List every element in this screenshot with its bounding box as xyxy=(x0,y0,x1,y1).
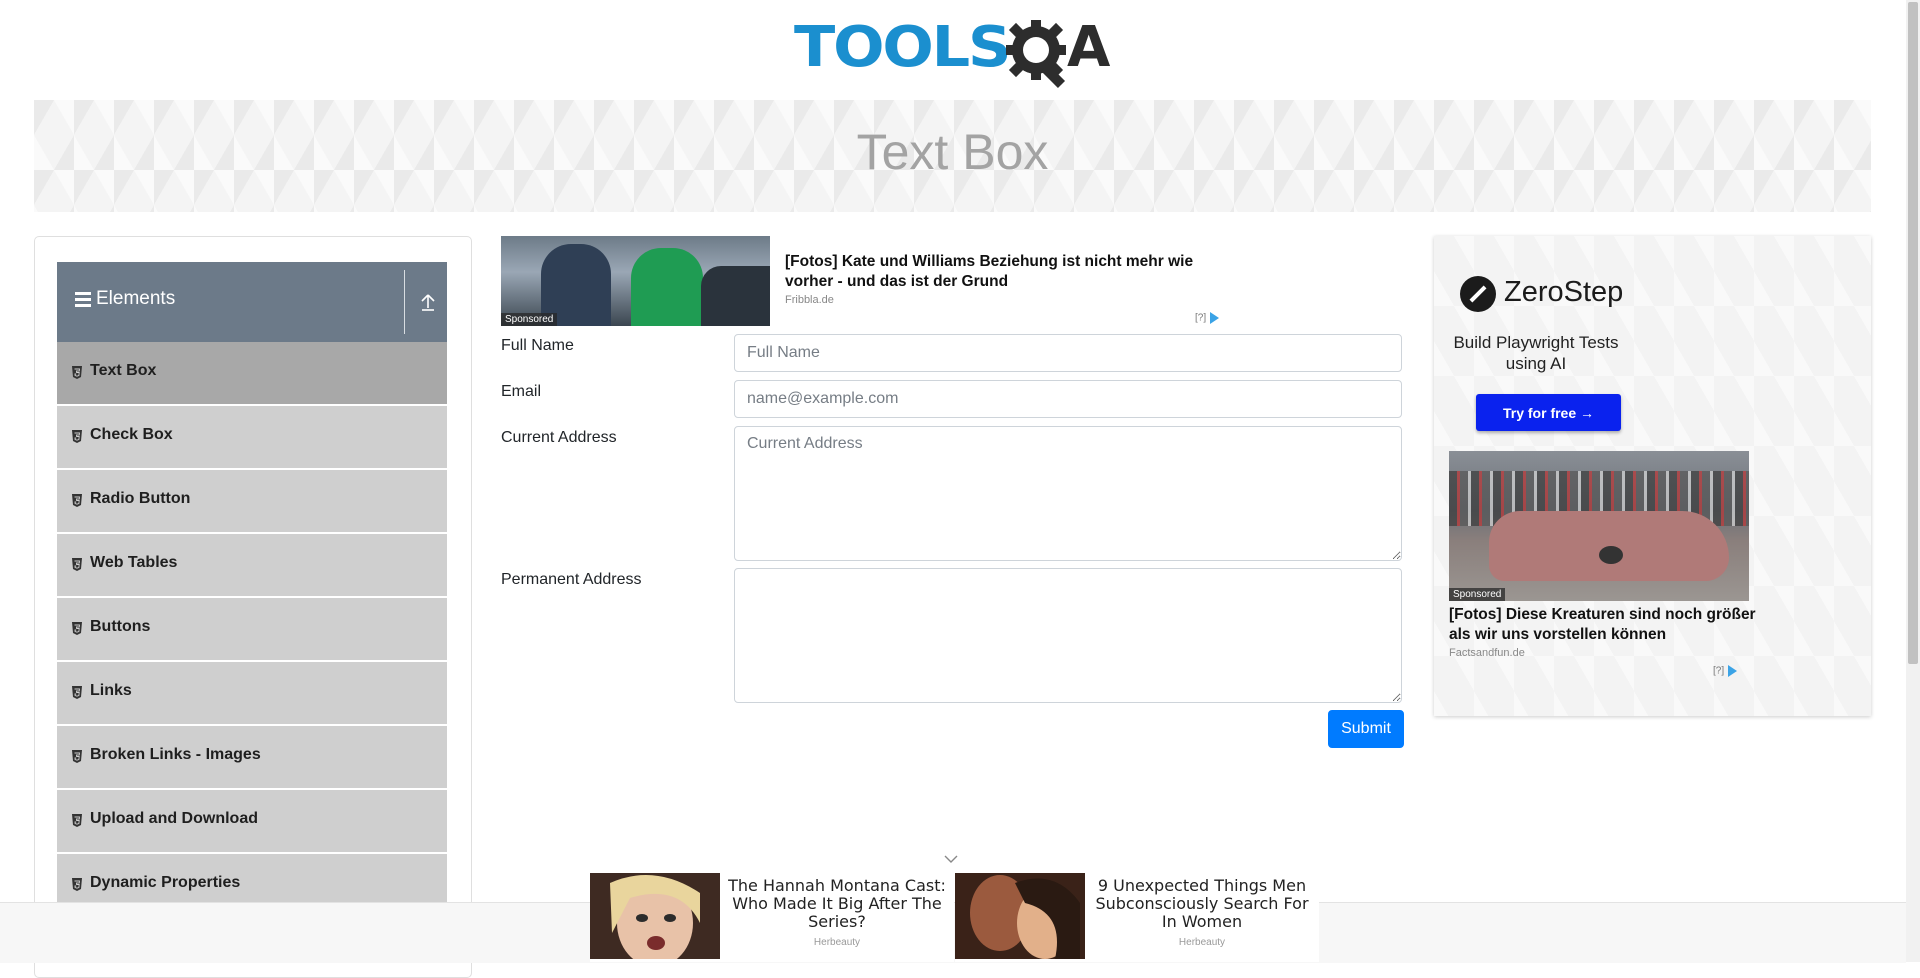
html5-icon xyxy=(72,878,82,891)
current-address-textarea[interactable] xyxy=(734,426,1402,561)
zerostep-logo-icon xyxy=(1460,276,1496,312)
html5-icon xyxy=(72,558,82,571)
sidebar-item-label: Radio Button xyxy=(90,490,191,507)
sidebar-item-broken-links-images[interactable]: Broken Links - Images xyxy=(57,726,447,790)
email-label: Email xyxy=(501,383,542,400)
scrollbar-thumb[interactable] xyxy=(1908,2,1918,664)
toolsqa-logo[interactable]: TOOLS A xyxy=(792,14,1114,90)
sidebar-item-radio-button[interactable]: Radio Button xyxy=(57,470,447,534)
current-address-label: Current Address xyxy=(501,429,617,446)
html5-icon xyxy=(72,366,82,379)
html5-icon xyxy=(72,814,82,827)
html5-icon xyxy=(72,750,82,763)
top-sponsored-ad[interactable]: Sponsored [Fotos] Kate und Williams Bezi… xyxy=(501,236,1231,326)
page-title: Text Box xyxy=(856,124,1049,180)
ad-title[interactable]: [Fotos] Kate und Williams Beziehung ist … xyxy=(785,252,1225,292)
sidebar-item-label: Buttons xyxy=(90,618,151,635)
ad-choices[interactable]: [?] xyxy=(1195,312,1220,324)
header-divider xyxy=(404,270,405,334)
sponsored-tag: Sponsored xyxy=(1449,588,1506,601)
html5-icon xyxy=(72,622,82,635)
sidebar-item-label: Upload and Download xyxy=(90,810,258,827)
page-banner: Text Box xyxy=(34,100,1871,212)
sidebar-item-upload-and-download[interactable]: Upload and Download xyxy=(57,790,447,854)
sidebar-item-label: Check Box xyxy=(90,426,173,443)
logo-text-tools: TOOLS xyxy=(794,15,1012,80)
ad-source: Fribbla.de xyxy=(785,294,834,306)
sidebar-item-label: Dynamic Properties xyxy=(90,874,241,891)
zerostep-subtitle: Build Playwright Tests using AI xyxy=(1453,333,1619,373)
sidebar-item-links[interactable]: Links xyxy=(57,662,447,726)
ad-source: Herbeauty xyxy=(1178,937,1226,948)
group-title: Elements xyxy=(96,288,176,309)
full-name-input[interactable] xyxy=(734,334,1402,372)
collapse-arrow-icon[interactable] xyxy=(420,292,436,312)
ad-image[interactable] xyxy=(590,873,720,959)
bottom-ad-1[interactable]: The Hannah Montana Cast: Who Made It Big… xyxy=(590,873,954,962)
sidebar-item-text-box[interactable]: Text Box xyxy=(57,342,447,406)
html5-icon xyxy=(72,686,82,699)
sidebar-item-label: Text Box xyxy=(90,362,157,379)
html5-icon xyxy=(72,494,82,507)
sidebar-item-buttons[interactable]: Buttons xyxy=(57,598,447,662)
ad-title[interactable]: [Fotos] Diese Kreaturen sind noch größer… xyxy=(1449,605,1759,645)
right-sponsored-ad[interactable]: ZeroStep Build Playwright Tests using AI… xyxy=(1434,236,1871,716)
permanent-address-label: Permanent Address xyxy=(501,571,642,588)
sidebar-item-web-tables[interactable]: Web Tables xyxy=(57,534,447,598)
email-input[interactable] xyxy=(734,380,1402,418)
permanent-address-textarea[interactable] xyxy=(734,568,1402,703)
hamburger-icon xyxy=(75,292,91,310)
ad-image[interactable] xyxy=(955,873,1085,959)
ad-choices-label: [?] xyxy=(1195,312,1207,324)
zerostep-brand: ZeroStep xyxy=(1504,276,1624,308)
sidebar: Elements Text Box Check Box Radio Button… xyxy=(34,236,472,978)
try-for-free-button[interactable]: Try for free → xyxy=(1476,394,1621,431)
ad-choices[interactable]: [?] xyxy=(1713,665,1738,677)
elements-group-header[interactable]: Elements xyxy=(57,262,447,342)
elements-menu: Text Box Check Box Radio Button Web Tabl… xyxy=(57,342,447,918)
sponsored-tag: Sponsored xyxy=(501,313,558,326)
bottom-ad-2[interactable]: 9 Unexpected Things Men Subconsciously S… xyxy=(955,873,1319,962)
sidebar-item-check-box[interactable]: Check Box xyxy=(57,406,447,470)
ad-choices-label: [?] xyxy=(1713,665,1725,677)
adchoices-icon xyxy=(1210,312,1220,324)
logo-text-a: A xyxy=(1067,15,1111,80)
ad-source: Factsandfun.de xyxy=(1449,647,1525,659)
ad-image[interactable]: Sponsored xyxy=(501,236,770,326)
ad-source: Herbeauty xyxy=(813,937,861,948)
sidebar-item-label: Broken Links - Images xyxy=(90,746,261,763)
full-name-label: Full Name xyxy=(501,337,574,354)
ad-title[interactable]: The Hannah Montana Cast: Who Made It Big… xyxy=(722,877,952,931)
html5-icon xyxy=(72,430,82,443)
ad-title[interactable]: 9 Unexpected Things Men Subconsciously S… xyxy=(1087,877,1317,931)
sidebar-item-label: Web Tables xyxy=(90,554,178,571)
chevron-down-icon[interactable] xyxy=(944,854,958,864)
ad-image[interactable]: Sponsored xyxy=(1449,451,1749,601)
submit-button[interactable]: Submit xyxy=(1328,710,1404,748)
sidebar-item-label: Links xyxy=(90,682,132,699)
adchoices-icon xyxy=(1728,665,1738,677)
